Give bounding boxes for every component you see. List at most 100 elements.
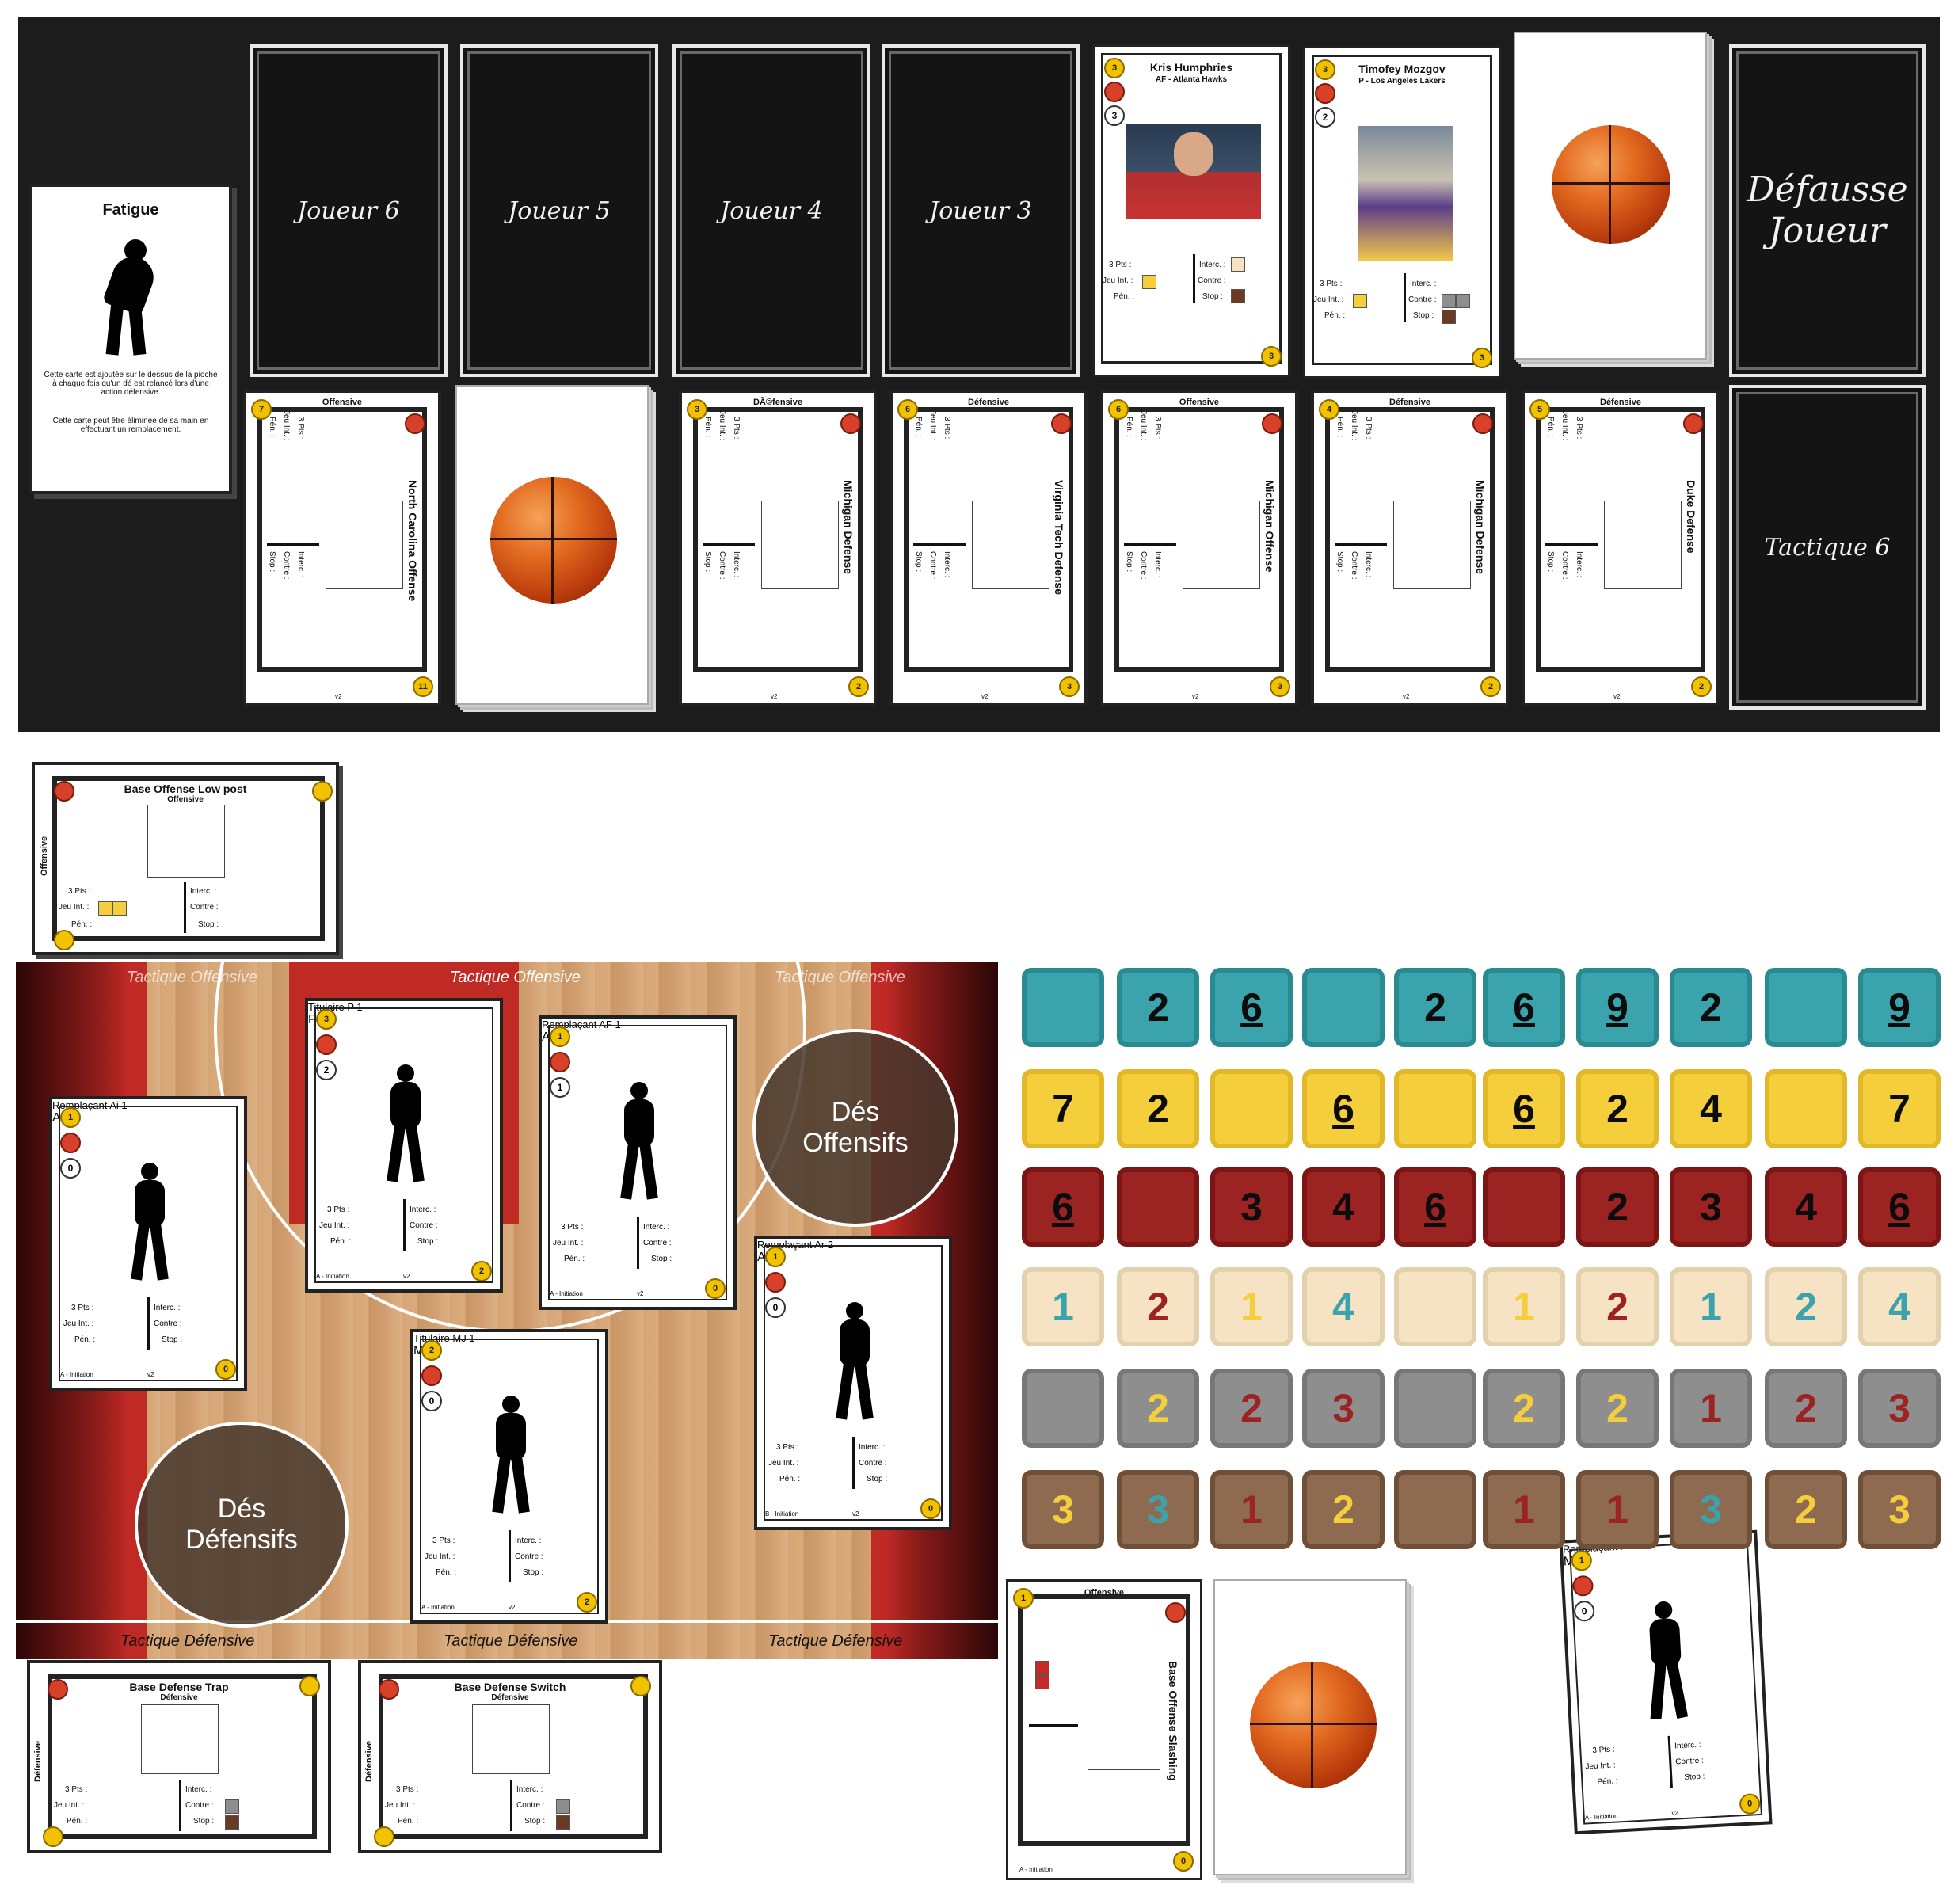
grey-die[interactable] bbox=[1394, 1369, 1476, 1448]
brown-die[interactable]: 3 bbox=[1858, 1470, 1941, 1549]
brown-die[interactable]: 3 bbox=[1670, 1470, 1752, 1549]
stamina-ring: 2 bbox=[1315, 107, 1335, 128]
tactic-card[interactable]: 5 Défensive Duke Defense 3 Pts : Jeu Int… bbox=[1522, 390, 1720, 706]
teal-die[interactable] bbox=[1022, 968, 1104, 1047]
cream-die[interactable]: 2 bbox=[1765, 1267, 1847, 1346]
brown-die[interactable] bbox=[1394, 1470, 1476, 1549]
discard-player-slot[interactable]: Défausse Joueur bbox=[1729, 44, 1926, 377]
court-player-card[interactable]: 3 2 Titulaire P 1 P 3 Pts : Jeu Int. : P… bbox=[305, 998, 503, 1293]
tactic-offense-zone-2[interactable]: Tactique Offensive bbox=[450, 969, 581, 987]
grey-die[interactable]: 1 bbox=[1670, 1369, 1752, 1448]
cream-die[interactable]: 4 bbox=[1858, 1267, 1941, 1346]
player-card[interactable]: 3 3 Kris Humphries AF - Atlanta Hawks 3 … bbox=[1092, 44, 1290, 377]
grey-die[interactable]: 3 bbox=[1302, 1369, 1385, 1448]
court-player-card[interactable]: 1 0 Remplaçant MJ 1 MJ 3 Pts : Jeu Int. … bbox=[1559, 1529, 1773, 1835]
tactic-card[interactable]: 6 Offensive Michigan Offense 3 Pts : Jeu… bbox=[1100, 390, 1298, 706]
tactic-card[interactable]: 4 Défensive Michigan Defense 3 Pts : Jeu… bbox=[1311, 390, 1509, 706]
tactic-defense-zone-2[interactable]: Tactique Défensive bbox=[444, 1632, 577, 1651]
player-slot-3[interactable]: Joueur 3 bbox=[882, 44, 1080, 377]
offense-dice-zone[interactable]: Dés Offensifs bbox=[752, 1029, 958, 1227]
red-die[interactable]: 4 bbox=[1302, 1167, 1385, 1247]
cream-die[interactable]: 2 bbox=[1576, 1267, 1659, 1346]
red-die[interactable]: 3 bbox=[1670, 1167, 1752, 1247]
yellow-die[interactable] bbox=[1765, 1069, 1847, 1148]
yellow-die[interactable]: 4 bbox=[1670, 1069, 1752, 1148]
brown-die[interactable]: 1 bbox=[1483, 1470, 1565, 1549]
tactic-defense-zone-1[interactable]: Tactique Défensive bbox=[120, 1632, 254, 1651]
court-player-card[interactable]: 1 1 Remplaçant AF 1 AF 3 Pts : Jeu Int. … bbox=[539, 1015, 737, 1310]
teal-die[interactable]: 9 bbox=[1576, 968, 1659, 1047]
brown-die[interactable]: 2 bbox=[1765, 1470, 1847, 1549]
red-die[interactable]: 6 bbox=[1394, 1167, 1476, 1247]
brown-die[interactable]: 3 bbox=[1022, 1470, 1104, 1549]
grey-die[interactable]: 2 bbox=[1483, 1369, 1565, 1448]
cream-die[interactable] bbox=[1394, 1267, 1476, 1346]
yellow-die[interactable] bbox=[1210, 1069, 1293, 1148]
cream-die[interactable]: 1 bbox=[1210, 1267, 1293, 1346]
court-player-card[interactable]: 1 0 Remplaçant Ar 2 Ar 3 Pts : Jeu Int. … bbox=[754, 1236, 952, 1530]
teal-die[interactable]: 6 bbox=[1210, 968, 1293, 1047]
brown-die[interactable]: 3 bbox=[1117, 1470, 1199, 1549]
tactic-card[interactable]: 6 Défensive Virginia Tech Defense 3 Pts … bbox=[889, 390, 1088, 706]
fatigue-card[interactable]: Fatigue Cette carte est ajoutée sur le d… bbox=[29, 184, 232, 494]
grey-die[interactable]: 2 bbox=[1210, 1369, 1293, 1448]
player-slot-5[interactable]: Joueur 5 bbox=[460, 44, 658, 377]
defense-dice-zone[interactable]: Dés Défensifs bbox=[135, 1422, 349, 1628]
yellow-die[interactable]: 6 bbox=[1483, 1069, 1565, 1148]
player-card[interactable]: 3 2 Timofey Mozgov P - Los Angeles Laker… bbox=[1303, 46, 1501, 379]
player-slot-4[interactable]: Joueur 4 bbox=[672, 44, 870, 377]
red-die[interactable] bbox=[1117, 1167, 1199, 1247]
red-die[interactable]: 3 bbox=[1210, 1167, 1293, 1247]
teal-die[interactable]: 9 bbox=[1858, 968, 1941, 1047]
red-die[interactable]: 6 bbox=[1858, 1167, 1941, 1247]
teal-die[interactable]: 6 bbox=[1483, 968, 1565, 1047]
red-die[interactable]: 4 bbox=[1765, 1167, 1847, 1247]
red-die[interactable]: 6 bbox=[1022, 1167, 1104, 1247]
tactic-slot-6[interactable]: Tactique 6 bbox=[1729, 385, 1926, 710]
red-die[interactable]: 2 bbox=[1576, 1167, 1659, 1247]
player-slot-6[interactable]: Joueur 6 bbox=[250, 44, 448, 377]
teal-die[interactable] bbox=[1302, 968, 1385, 1047]
teal-die[interactable] bbox=[1765, 968, 1847, 1047]
cream-die[interactable]: 1 bbox=[1670, 1267, 1752, 1346]
tactic-card[interactable]: 3 DÃ©fensive Michigan Defense 3 Pts : Je… bbox=[679, 390, 877, 706]
tactic-card[interactable]: 7 Offensive North Carolina Offense 3 Pts… bbox=[243, 390, 441, 706]
brown-die[interactable]: 1 bbox=[1576, 1470, 1659, 1549]
grey-die[interactable] bbox=[1022, 1369, 1104, 1448]
tactic-deck[interactable] bbox=[455, 385, 649, 705]
tactic-card-low-post[interactable]: Base Offense Low post Offensive Offensiv… bbox=[32, 762, 339, 955]
cream-die[interactable]: 2 bbox=[1117, 1267, 1199, 1346]
court-player-card[interactable]: 2 0 Titulaire MJ 1 MJ 3 Pts : Jeu Int. :… bbox=[410, 1329, 608, 1624]
teal-die[interactable]: 2 bbox=[1670, 968, 1752, 1047]
tactic-defense-zone-3[interactable]: Tactique Défensive bbox=[768, 1632, 902, 1651]
yellow-die[interactable]: 2 bbox=[1117, 1069, 1199, 1148]
yellow-die[interactable] bbox=[1394, 1069, 1476, 1148]
cream-die[interactable]: 1 bbox=[1483, 1267, 1565, 1346]
yellow-die[interactable]: 7 bbox=[1022, 1069, 1104, 1148]
cream-die[interactable]: 4 bbox=[1302, 1267, 1385, 1346]
fatigue-silhouette-icon bbox=[88, 239, 175, 358]
tactic-deck-2[interactable] bbox=[1213, 1579, 1407, 1875]
court-player-card[interactable]: 1 0 Remplaçant Ai 1 Ai 3 Pts : Jeu Int. … bbox=[49, 1096, 247, 1391]
teal-die[interactable]: 2 bbox=[1117, 968, 1199, 1047]
grey-die[interactable]: 3 bbox=[1858, 1369, 1941, 1448]
yellow-die[interactable]: 2 bbox=[1576, 1069, 1659, 1148]
brown-die[interactable]: 2 bbox=[1302, 1470, 1385, 1549]
cream-die[interactable]: 1 bbox=[1022, 1267, 1104, 1346]
stat-interc: Interc. : bbox=[1410, 280, 1437, 288]
grey-die[interactable]: 2 bbox=[1117, 1369, 1199, 1448]
yellow-die[interactable]: 6 bbox=[1302, 1069, 1385, 1148]
player-deck[interactable] bbox=[1514, 32, 1707, 360]
yellow-die[interactable]: 7 bbox=[1858, 1069, 1941, 1148]
grey-die[interactable]: 2 bbox=[1576, 1369, 1659, 1448]
tactic-offense-zone-1[interactable]: Tactique Offensive bbox=[127, 969, 257, 987]
stat-stop: Stop : bbox=[651, 1255, 672, 1263]
red-die[interactable] bbox=[1483, 1167, 1565, 1247]
defense-tactic-card[interactable]: Base Defense Trap Défensive Défensive 3 … bbox=[27, 1660, 331, 1853]
grey-die[interactable]: 2 bbox=[1765, 1369, 1847, 1448]
teal-die[interactable]: 2 bbox=[1394, 968, 1476, 1047]
tactic-card-slashing[interactable]: 1 Offensive Base Offense Slashing A - In… bbox=[1006, 1579, 1202, 1880]
tactic-offense-zone-3[interactable]: Tactique Offensive bbox=[775, 969, 905, 987]
defense-tactic-card[interactable]: Base Defense Switch Défensive Défensive … bbox=[358, 1660, 662, 1853]
brown-die[interactable]: 1 bbox=[1210, 1470, 1293, 1549]
